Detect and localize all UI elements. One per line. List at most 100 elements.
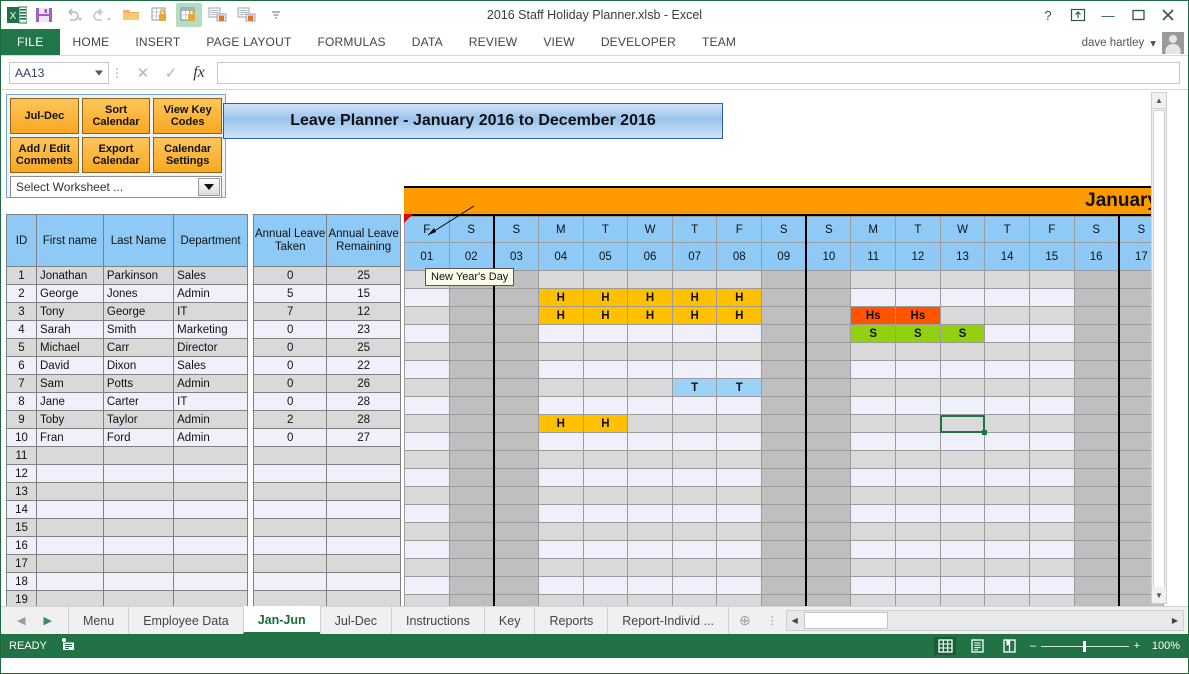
calendar-cell[interactable]: [896, 523, 941, 541]
cell-leave-remaining[interactable]: 28: [327, 411, 401, 429]
calendar-cell[interactable]: [1029, 523, 1074, 541]
calendar-cell[interactable]: [762, 415, 807, 433]
calendar-cell[interactable]: [672, 577, 717, 595]
calendar-cell-h[interactable]: H: [538, 289, 583, 307]
calendar-cell[interactable]: [405, 487, 450, 505]
zoom-out-button[interactable]: –: [1030, 640, 1036, 652]
calendar-cell[interactable]: [672, 595, 717, 607]
calendar-cell[interactable]: [762, 361, 807, 379]
cell-id[interactable]: 13: [7, 483, 37, 501]
tab-review[interactable]: REVIEW: [456, 29, 531, 55]
calendar-cell[interactable]: [672, 505, 717, 523]
cell-first-name[interactable]: [37, 591, 104, 607]
calendar-cell[interactable]: [985, 343, 1030, 361]
calendar-cell[interactable]: [851, 559, 896, 577]
calendar-cell[interactable]: [896, 343, 941, 361]
cell-id[interactable]: 12: [7, 465, 37, 483]
calendar-cell[interactable]: [985, 451, 1030, 469]
calendar-cell[interactable]: [1074, 379, 1119, 397]
calendar-cell[interactable]: [672, 469, 717, 487]
calendar-cell[interactable]: [538, 559, 583, 577]
calendar-cell[interactable]: [1029, 559, 1074, 577]
sort-calendar-button[interactable]: SortCalendar: [82, 98, 151, 134]
calendar-cell[interactable]: [940, 541, 985, 559]
table-row[interactable]: 2GeorgeJonesAdmin: [7, 285, 248, 303]
calendar-cell[interactable]: [985, 469, 1030, 487]
calendar-cell[interactable]: [449, 469, 494, 487]
calendar-cell[interactable]: [896, 433, 941, 451]
cell-last-name[interactable]: George: [103, 303, 173, 321]
calendar-cell[interactable]: [538, 523, 583, 541]
chevron-down-icon[interactable]: [198, 178, 220, 196]
calendar-cell[interactable]: [1074, 325, 1119, 343]
calendar-cell[interactable]: [628, 505, 673, 523]
table-row[interactable]: 8JaneCarterIT: [7, 393, 248, 411]
calendar-cell[interactable]: [985, 289, 1030, 307]
calendar-cell[interactable]: [628, 577, 673, 595]
calendar-cell[interactable]: [806, 343, 851, 361]
calendar-cell[interactable]: [449, 559, 494, 577]
tab-view[interactable]: VIEW: [530, 29, 587, 55]
calendar-cell[interactable]: [1074, 433, 1119, 451]
calendar-cell[interactable]: [628, 541, 673, 559]
cell-leave-remaining[interactable]: [327, 519, 401, 537]
cell-last-name[interactable]: Carter: [103, 393, 173, 411]
calendar-cell[interactable]: [985, 559, 1030, 577]
cell-leave-remaining[interactable]: 27: [327, 429, 401, 447]
calendar-cell[interactable]: [583, 469, 628, 487]
table-row[interactable]: [254, 501, 401, 519]
cell-id[interactable]: 16: [7, 537, 37, 555]
calendar-cell[interactable]: [985, 307, 1030, 325]
calendar-cell[interactable]: [405, 343, 450, 361]
table-row[interactable]: 3TonyGeorgeIT: [7, 303, 248, 321]
calendar-cell[interactable]: [538, 379, 583, 397]
calendar-cell[interactable]: [1029, 487, 1074, 505]
vertical-scrollbar[interactable]: ▲ ▼: [1151, 92, 1167, 604]
calendar-cell[interactable]: [405, 523, 450, 541]
calendar-cell[interactable]: [449, 505, 494, 523]
table-row[interactable]: 16: [7, 537, 248, 555]
calendar-cell-h[interactable]: H: [583, 415, 628, 433]
calendar-cell[interactable]: [762, 433, 807, 451]
calendar-cell[interactable]: [1029, 361, 1074, 379]
worksheet-canvas[interactable]: Jul-Dec SortCalendar View KeyCodes Add /…: [1, 90, 1169, 606]
calendar-cell[interactable]: [806, 577, 851, 595]
calendar-cell[interactable]: [851, 577, 896, 595]
user-account-area[interactable]: dave hartley ▾: [1082, 29, 1184, 56]
cell-department[interactable]: [174, 573, 248, 591]
calendar-cell[interactable]: [494, 397, 539, 415]
calendar-cell[interactable]: [494, 559, 539, 577]
cell-first-name[interactable]: Toby: [37, 411, 104, 429]
calendar-cell[interactable]: [762, 451, 807, 469]
calendar-cell[interactable]: [896, 397, 941, 415]
calendar-cell[interactable]: [762, 595, 807, 607]
calendar-cell[interactable]: [762, 559, 807, 577]
calendar-cell[interactable]: [851, 541, 896, 559]
calendar-cell[interactable]: [851, 415, 896, 433]
add-edit-comments-button[interactable]: Add / EditComments: [10, 137, 79, 173]
calendar-cell[interactable]: [1074, 415, 1119, 433]
table-row[interactable]: 712: [254, 303, 401, 321]
cell-department[interactable]: [174, 483, 248, 501]
calendar-cell[interactable]: [717, 325, 762, 343]
cell-department[interactable]: Director: [174, 339, 248, 357]
calendar-cell[interactable]: [940, 433, 985, 451]
cell-leave-remaining[interactable]: [327, 447, 401, 465]
table-row[interactable]: 13: [7, 483, 248, 501]
col-id[interactable]: ID: [7, 215, 37, 267]
calendar-cell[interactable]: [1074, 397, 1119, 415]
cell-leave-taken[interactable]: [254, 447, 327, 465]
calendar-cell[interactable]: [985, 433, 1030, 451]
calendar-cell[interactable]: [628, 415, 673, 433]
calendar-cell[interactable]: [672, 451, 717, 469]
calendar-cell[interactable]: [851, 505, 896, 523]
calendar-cell[interactable]: [494, 343, 539, 361]
calendar-cell[interactable]: [1074, 289, 1119, 307]
calendar-cell[interactable]: [672, 433, 717, 451]
calendar-cell[interactable]: [940, 361, 985, 379]
calendar-cell-h[interactable]: H: [672, 289, 717, 307]
calendar-cell[interactable]: [806, 325, 851, 343]
calendar-cell[interactable]: [538, 469, 583, 487]
calendar-cell-h[interactable]: H: [538, 307, 583, 325]
cell-last-name[interactable]: [103, 591, 173, 607]
